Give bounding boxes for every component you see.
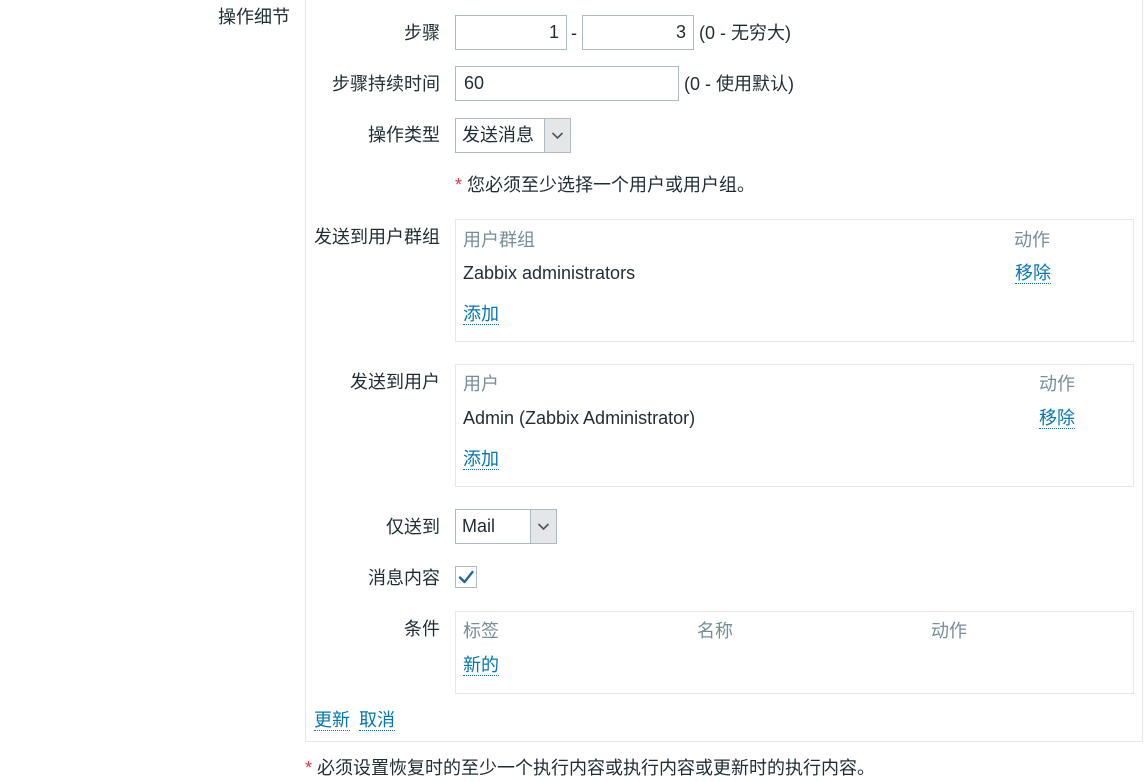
- user-group-remove-link[interactable]: 移除: [1015, 263, 1051, 284]
- conditions-table: 标签 名称 动作 新的: [455, 611, 1134, 694]
- conditions-label: 条件: [404, 619, 440, 639]
- user-remove-link[interactable]: 移除: [1039, 408, 1075, 429]
- required-user-notice: * 您必须至少选择一个用户或用户组。: [455, 174, 755, 196]
- users-col-name: 用户: [463, 374, 499, 394]
- step-duration-input[interactable]: [455, 66, 679, 101]
- conditions-col-action: 动作: [931, 621, 967, 641]
- new-condition-link[interactable]: 新的: [463, 655, 499, 676]
- required-asterisk: *: [455, 175, 463, 195]
- user-groups-col-name: 用户群组: [463, 230, 535, 250]
- send-only-to-label: 仅送到: [386, 517, 440, 537]
- cancel-button[interactable]: 取消: [359, 710, 395, 731]
- footnote-text: 必须设置恢复时的至少一个执行内容或执行内容或更新时的执行内容。: [317, 758, 876, 778]
- send-only-to-select-arrow[interactable]: [530, 510, 556, 543]
- send-only-to-select[interactable]: Mail: [455, 509, 557, 544]
- add-user-link[interactable]: 添加: [463, 449, 499, 470]
- send-to-user-groups-label: 发送到用户群组: [314, 227, 440, 247]
- recovery-footnote: * 必须设置恢复时的至少一个执行内容或执行内容或更新时的执行内容。: [305, 757, 875, 779]
- steps-hint: (0 - 无穷大): [699, 23, 791, 43]
- user-groups-table: 用户群组 动作 Zabbix administrators 移除 添加: [455, 219, 1134, 342]
- operation-type-select-arrow[interactable]: [544, 119, 570, 152]
- footnote-asterisk: *: [305, 758, 313, 778]
- chevron-down-icon: [537, 523, 550, 531]
- update-button[interactable]: 更新: [314, 710, 350, 731]
- operation-type-select[interactable]: 发送消息: [455, 118, 571, 153]
- step-to-input[interactable]: [582, 15, 694, 50]
- conditions-col-label: 标签: [463, 621, 499, 641]
- step-range-separator: -: [571, 23, 577, 43]
- steps-label: 步骤: [404, 23, 440, 43]
- operation-type-label: 操作类型: [368, 125, 440, 145]
- conditions-col-name: 名称: [697, 621, 733, 641]
- step-duration-hint: (0 - 使用默认): [684, 74, 794, 94]
- section-label-operation-details: 操作细节: [218, 7, 290, 27]
- chevron-down-icon: [551, 132, 564, 140]
- step-from-input[interactable]: [455, 15, 567, 50]
- required-user-notice-text: 您必须至少选择一个用户或用户组。: [467, 175, 756, 195]
- custom-message-label: 消息内容: [368, 568, 440, 588]
- send-only-to-selected-value: Mail: [462, 516, 496, 536]
- step-duration-label: 步骤持续时间: [332, 74, 440, 94]
- users-col-action: 动作: [1039, 374, 1075, 394]
- user-groups-col-action: 动作: [1014, 230, 1050, 250]
- add-user-group-link[interactable]: 添加: [463, 304, 499, 325]
- user-group-row-name: Zabbix administrators: [463, 263, 636, 283]
- custom-message-checkbox[interactable]: [455, 566, 477, 588]
- operation-type-selected-value: 发送消息: [462, 125, 534, 145]
- user-row-name: Admin (Zabbix Administrator): [463, 408, 696, 428]
- send-to-users-label: 发送到用户: [350, 372, 440, 392]
- checkmark-icon: [458, 570, 474, 584]
- users-table: 用户 动作 Admin (Zabbix Administrator) 移除 添加: [455, 364, 1134, 487]
